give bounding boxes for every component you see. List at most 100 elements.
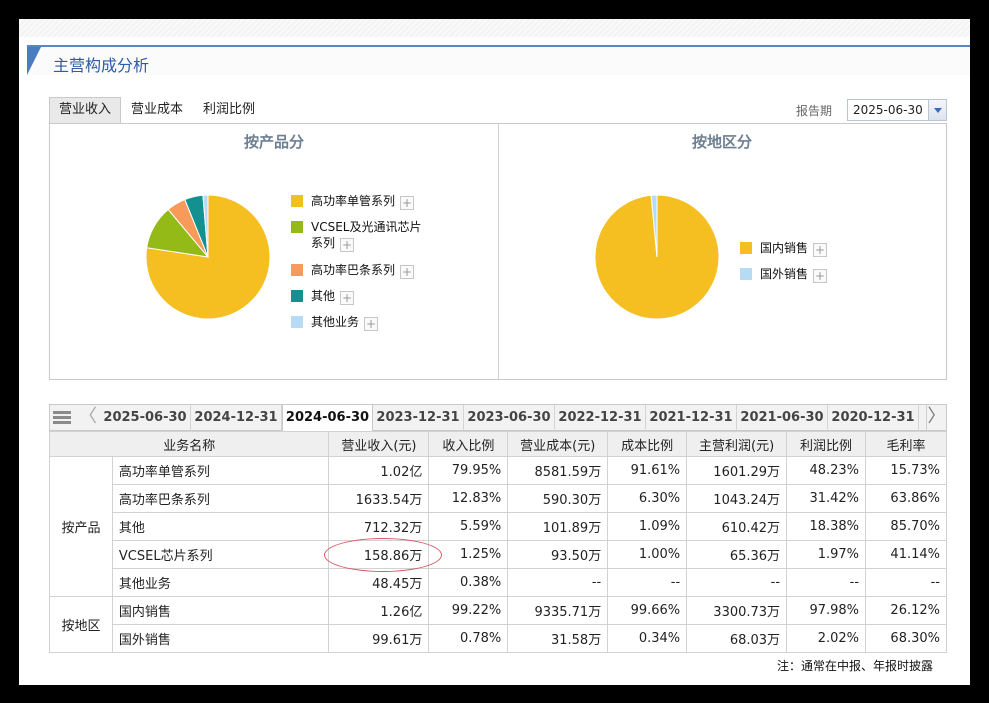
chevron-down-icon[interactable] bbox=[928, 100, 946, 120]
tab-revenue[interactable]: 营业收入 bbox=[49, 97, 122, 123]
value-cell: 85.70% bbox=[865, 512, 947, 541]
table-row: 其他 712.32万 5.59% 101.89万 1.09% 610.42万 18.38% 8… bbox=[50, 512, 947, 541]
value-cell: 12.83% bbox=[428, 484, 509, 513]
legend-label: VCSEL及光通讯芯片系列 bbox=[311, 220, 422, 250]
value-cell: 1.97% bbox=[786, 540, 867, 569]
col-header-profit: 主营利润(元) bbox=[686, 431, 788, 457]
value-cell: 31.42% bbox=[786, 484, 867, 513]
value-cell: -- bbox=[865, 568, 947, 597]
value-cell: 610.42万 bbox=[686, 512, 788, 541]
col-header-gross-margin: 毛利率 bbox=[865, 431, 947, 457]
chevron-right-icon[interactable]: 〉 bbox=[926, 405, 946, 430]
decorative-stripe bbox=[19, 19, 970, 37]
header-flag-icon bbox=[27, 47, 41, 75]
date-tab[interactable]: 2023-12-31 bbox=[373, 405, 464, 431]
chevron-left-icon[interactable]: 〈 bbox=[78, 405, 98, 430]
date-tab[interactable]: 2021-06-30 bbox=[737, 405, 828, 431]
expand-plus-icon[interactable]: + bbox=[340, 291, 355, 305]
value-cell: 0.78% bbox=[428, 624, 509, 653]
metric-tabs: 营业收入 营业成本 利润比例 bbox=[49, 97, 265, 123]
date-tab-active[interactable]: 2024-06-30 bbox=[282, 405, 373, 431]
business-name-cell: 高功率单管系列 bbox=[111, 456, 330, 485]
business-name-cell: 国外销售 bbox=[111, 624, 330, 653]
expand-plus-icon[interactable]: + bbox=[813, 269, 828, 283]
col-header-profit-ratio: 利润比例 bbox=[786, 431, 867, 457]
legend-item-foreign: 国外销售 + bbox=[740, 266, 828, 283]
value-cell: 712.32万 bbox=[328, 512, 430, 541]
value-cell: -- bbox=[786, 568, 867, 597]
region-pie-chart bbox=[594, 194, 720, 320]
value-cell: 93.50万 bbox=[507, 540, 609, 569]
charts-container: 按产品分 高功率单管系列 + VCSEL及光通讯芯片系列 + 高功率巴条系列 + 其他… bbox=[49, 123, 947, 380]
legend-label: 国外销售 bbox=[760, 267, 809, 281]
value-cell: -- bbox=[507, 568, 609, 597]
business-name-cell: VCSEL芯片系列 bbox=[111, 540, 330, 569]
value-cell: 101.89万 bbox=[507, 512, 609, 541]
col-header-cost-ratio: 成本比例 bbox=[607, 431, 688, 457]
value-cell: 99.22% bbox=[428, 596, 509, 625]
date-tab[interactable]: 2023-06-30 bbox=[464, 405, 555, 431]
product-pie-chart bbox=[145, 194, 271, 320]
row-group-label: 按地区 bbox=[49, 596, 113, 653]
table-header-row: 业务名称 营业收入(元) 收入比例 营业成本(元) 成本比例 主营利润(元) 利… bbox=[48, 431, 947, 457]
legend-item-domestic: 国内销售 + bbox=[740, 240, 828, 257]
legend-label: 高功率单管系列 bbox=[311, 194, 396, 208]
value-cell: 0.38% bbox=[428, 568, 509, 597]
value-cell: 15.73% bbox=[865, 456, 947, 485]
table-row: 高功率巴条系列 1633.54万 12.83% 590.30万 6.30% 1043.24… bbox=[50, 484, 947, 513]
legend-item-single-emitter: 高功率单管系列 + bbox=[291, 193, 415, 210]
legend-swatch bbox=[291, 195, 303, 207]
expand-plus-icon[interactable]: + bbox=[340, 238, 355, 252]
col-header-revenue: 营业收入(元) bbox=[328, 431, 430, 457]
value-cell: 97.98% bbox=[786, 596, 867, 625]
report-period-select[interactable]: 2025-06-30 bbox=[847, 99, 947, 121]
value-cell: 1043.24万 bbox=[686, 484, 788, 513]
value-cell: 41.14% bbox=[865, 540, 947, 569]
legend-label: 其他业务 bbox=[311, 315, 360, 329]
legend-swatch bbox=[740, 268, 752, 280]
section-header: 主营构成分析 bbox=[27, 45, 970, 75]
row-group-label: 按产品 bbox=[49, 456, 113, 597]
expand-plus-icon[interactable]: + bbox=[400, 196, 415, 210]
expand-plus-icon[interactable]: + bbox=[813, 243, 828, 257]
business-name-cell: 其他 bbox=[111, 512, 330, 541]
menu-icon[interactable] bbox=[50, 405, 76, 430]
value-cell: 1.02亿 bbox=[328, 456, 430, 485]
business-name-cell: 国内销售 bbox=[111, 596, 330, 625]
value-cell: -- bbox=[686, 568, 788, 597]
value-cell: 590.30万 bbox=[507, 484, 609, 513]
legend-swatch bbox=[291, 290, 303, 302]
tab-profit-ratio[interactable]: 利润比例 bbox=[193, 97, 265, 123]
value-cell: 5.59% bbox=[428, 512, 509, 541]
value-cell: 1601.29万 bbox=[686, 456, 788, 485]
legend-label: 高功率巴条系列 bbox=[311, 263, 396, 277]
table-row: 其他业务 48.45万 0.38% -- -- -- -- -- bbox=[50, 568, 947, 597]
value-cell: 65.36万 bbox=[686, 540, 788, 569]
date-tab[interactable]: 2024-12-31 bbox=[191, 405, 282, 431]
tab-cost[interactable]: 营业成本 bbox=[121, 97, 193, 123]
expand-plus-icon[interactable]: + bbox=[364, 317, 379, 331]
date-tab[interactable]: 2021-12-31 bbox=[646, 405, 737, 431]
table-row: 国外销售 99.61万 0.78% 31.58万 0.34% 68.03万 2.02% 68.… bbox=[50, 624, 947, 653]
value-cell: -- bbox=[607, 568, 688, 597]
legend-item-vcsel: VCSEL及光通讯芯片系列 + bbox=[291, 219, 431, 252]
value-cell: 48.23% bbox=[786, 456, 867, 485]
table-row: VCSEL芯片系列 158.86万 1.25% 93.50万 1.00% 65.36万 1.… bbox=[50, 540, 947, 569]
expand-plus-icon[interactable]: + bbox=[400, 265, 415, 279]
date-tab[interactable]: 2020-12-31 bbox=[828, 405, 919, 431]
region-chart-title: 按地区分 bbox=[692, 133, 753, 151]
value-cell: 99.66% bbox=[607, 596, 688, 625]
legend-label: 其他 bbox=[311, 289, 336, 303]
value-cell: 9335.71万 bbox=[507, 596, 609, 625]
value-cell: 79.95% bbox=[428, 456, 509, 485]
legend-swatch bbox=[291, 264, 303, 276]
report-period-label: 报告期 bbox=[796, 104, 833, 118]
value-cell: 48.45万 bbox=[328, 568, 430, 597]
value-cell: 18.38% bbox=[786, 512, 867, 541]
col-header-cost: 营业成本(元) bbox=[507, 431, 609, 457]
business-name-cell: 高功率巴条系列 bbox=[111, 484, 330, 513]
date-tab[interactable]: 2022-12-31 bbox=[555, 405, 646, 431]
date-tab[interactable]: 2025-06-30 bbox=[100, 405, 191, 431]
charts-divider bbox=[498, 124, 499, 379]
value-cell: 68.30% bbox=[865, 624, 947, 653]
